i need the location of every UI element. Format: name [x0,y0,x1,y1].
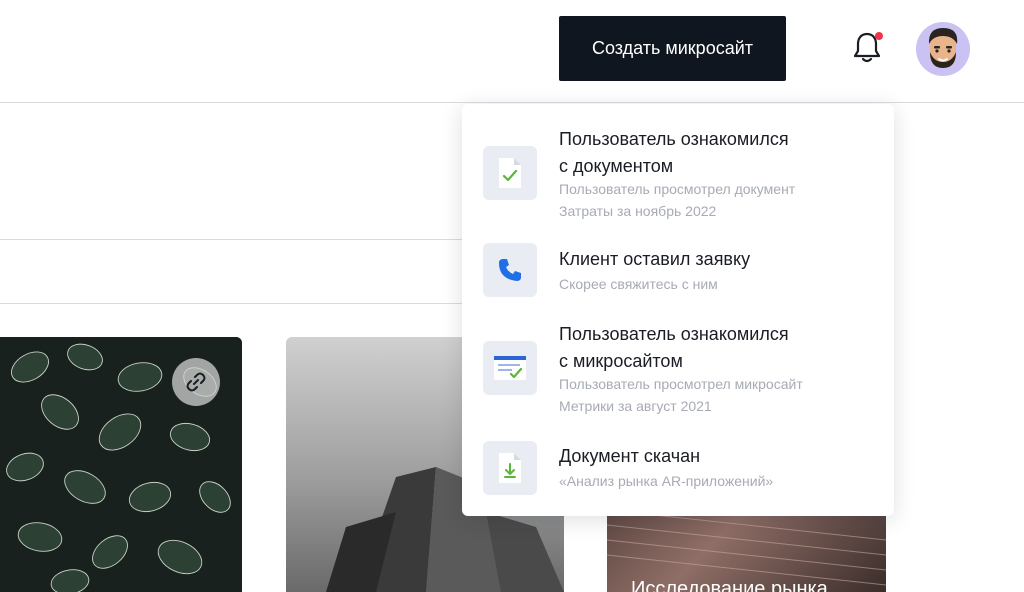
notification-subtitle: Пользователь просмотрел документ [559,181,796,197]
microsite-check-icon [483,341,537,395]
card-title: Исследование рынка [631,578,828,592]
notification-title: с документом [559,156,674,176]
notification-title: Клиент оставил заявку [559,249,751,269]
user-avatar[interactable] [916,22,970,76]
notification-title: с микросайтом [559,351,683,371]
notification-item[interactable]: Клиент оставил заявку Скорее свяжитесь с… [462,243,894,302]
notification-subtitle: Пользователь просмотрел микросайт [559,376,803,392]
notification-subtitle: Затраты за ноябрь 2022 [559,203,717,219]
notification-subtitle: Метрики за август 2021 [559,398,712,414]
create-microsite-button-label: Создать микросайт [591,38,754,58]
avatar-face-icon [928,28,958,68]
notifications-dropdown: Пользователь ознакомился с документом По… [462,104,894,516]
notification-subtitle: «Анализ рынка AR-приложений» [559,473,774,489]
top-header: Создать микросайт [0,0,1024,103]
notification-item[interactable]: Пользователь ознакомился с документом По… [462,126,894,226]
notification-subtitle: Скорее свяжитесь с ним [559,276,718,292]
notification-item[interactable]: Документ скачан «Анализ рынка AR-приложе… [462,441,894,499]
section-divider [0,303,470,304]
phone-icon [483,243,537,297]
document-check-icon [483,146,537,200]
document-download-icon [483,441,537,495]
notification-badge [875,32,883,40]
section-divider [0,239,470,240]
create-microsite-button[interactable]: Создать микросайт [559,16,786,81]
notification-item[interactable]: Пользователь ознакомился с микросайтом П… [462,321,894,421]
notification-title: Пользователь ознакомился [559,129,789,149]
copy-link-button[interactable] [172,358,220,406]
notification-title: Документ скачан [559,446,701,466]
link-icon [186,372,206,392]
notification-title: Пользователь ознакомился [559,324,789,344]
